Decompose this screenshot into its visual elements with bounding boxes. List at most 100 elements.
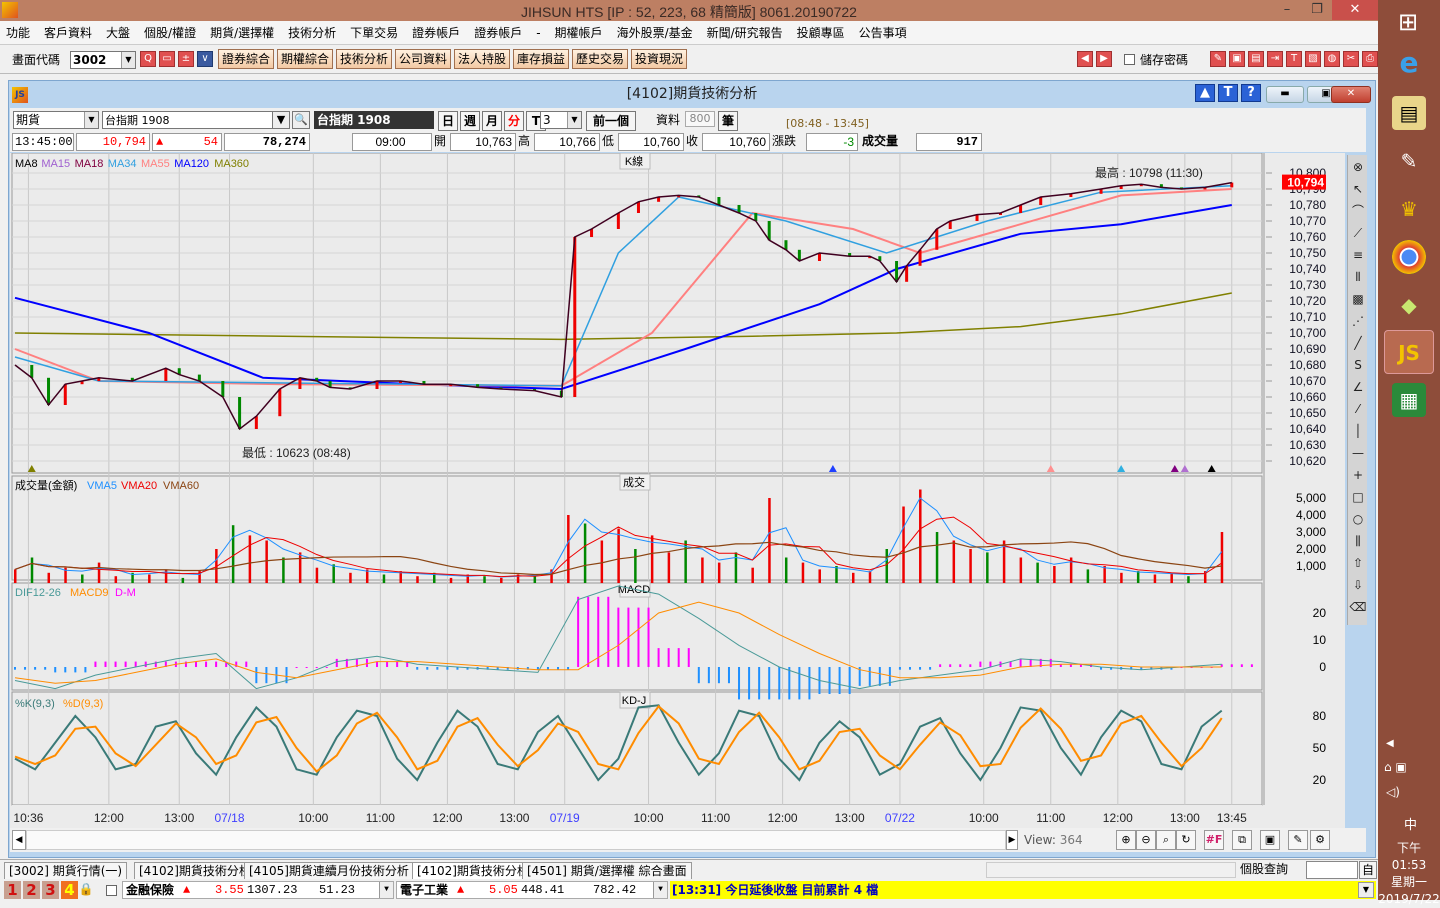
tray-icons[interactable]: ⌂ ▣ <box>1384 760 1407 774</box>
speed-lines-tool-icon[interactable]: ⋰ <box>1348 311 1368 331</box>
symbol-input[interactable]: 台指期 1908 <box>102 111 288 129</box>
back-arrow-icon[interactable]: ◀ <box>1077 51 1093 67</box>
pattern-icon[interactable]: ▧ <box>1305 51 1321 67</box>
toolbar-button[interactable]: 期權綜合 <box>277 49 333 69</box>
ellipse-tool-icon[interactable]: ○ <box>1348 509 1368 529</box>
chevron-down-icon[interactable]: ▼ <box>379 882 393 898</box>
select-tool-icon[interactable]: ↖ <box>1348 179 1368 199</box>
toolbar-button[interactable]: 公司資料 <box>395 49 451 69</box>
page-button-4[interactable]: 4 <box>61 881 78 899</box>
data-count-input[interactable]: 800 <box>685 111 715 127</box>
forward-arrow-icon[interactable]: ▶ <box>1096 51 1112 67</box>
angle-tool-icon[interactable]: ∠ <box>1348 377 1368 397</box>
chrome-icon[interactable] <box>1392 240 1426 274</box>
menu-item[interactable]: 證券帳戶 <box>412 24 460 41</box>
tools-icon[interactable]: ✂ <box>1343 51 1359 67</box>
text-icon[interactable]: T <box>1286 51 1302 67</box>
zoom-in-icon[interactable]: ⊕ <box>1116 830 1136 850</box>
grid-tool-icon[interactable]: ▩ <box>1348 289 1368 309</box>
zoom-out-icon[interactable]: ⊖ <box>1136 830 1156 850</box>
volume-icon[interactable]: ◁) <box>1386 785 1400 799</box>
s-line-tool-icon[interactable]: S <box>1348 355 1368 375</box>
dropdown-icon[interactable]: ∨ <box>197 51 213 67</box>
draw-icon[interactable]: ✎ <box>1210 51 1226 67</box>
period-button[interactable]: 週 <box>460 111 480 131</box>
paint-icon[interactable]: ✎ <box>1392 144 1426 178</box>
chevron-down-icon[interactable]: ▼ <box>84 112 98 128</box>
gann-tool-icon[interactable]: ≡ <box>1348 245 1368 265</box>
scroll-left-button[interactable]: ◀ <box>12 830 26 850</box>
app-icon[interactable]: ◆ <box>1392 288 1426 322</box>
news-ticker[interactable]: [13:31] 今日延後收盤 目前累計 4 檔 <box>670 881 1376 899</box>
toolbar-button[interactable]: 證券綜合 <box>218 49 274 69</box>
tab-1[interactable]: [4102]期貨技術分析 <box>134 862 256 879</box>
menu-item[interactable]: 投顧專區 <box>797 24 845 41</box>
toolbar-button[interactable]: 歷史交易 <box>572 49 628 69</box>
tab-4[interactable]: [4501] 期貨/選擇權 綜合畫面 <box>522 862 692 879</box>
up-arrow-tool-icon[interactable]: ⇧ <box>1348 553 1368 573</box>
copy-icon[interactable]: ⧉ <box>1232 830 1252 850</box>
tab-3[interactable]: [4102]期貨技術分析 <box>412 862 534 879</box>
vertical-lines-tool-icon[interactable]: ⦀ <box>1348 267 1368 287</box>
crosshair-tool-icon[interactable]: + <box>1348 465 1368 485</box>
clear-tool-icon[interactable]: ⊗ <box>1348 157 1368 177</box>
menu-item[interactable]: 期權帳戶 <box>555 24 603 41</box>
refresh-icon[interactable]: ↻ <box>1176 830 1196 850</box>
layout-icon[interactable]: ▣ <box>1260 830 1280 850</box>
period-button[interactable]: 日 <box>438 111 458 131</box>
jihsun-app-icon[interactable]: JS <box>1384 330 1434 374</box>
chevron-down-icon[interactable]: ▼ <box>567 112 581 128</box>
chart-icon[interactable]: ▣ <box>1229 51 1245 67</box>
period-button[interactable]: 分 <box>504 111 524 131</box>
vertical-line-tool-icon[interactable]: │ <box>1348 421 1368 441</box>
menu-item[interactable]: 證券帳戶 <box>474 24 522 41</box>
excel-icon[interactable]: ▦ <box>1392 383 1426 417</box>
eraser-tool-icon[interactable]: ⌫ <box>1348 597 1368 617</box>
sector-ticker-2[interactable]: 電子工業 ▲ 5.05 448.41 782.42 ▼ <box>396 881 668 899</box>
lock-icon[interactable]: 🔒 <box>78 882 94 898</box>
calculator-icon[interactable]: ± <box>178 51 194 67</box>
chevron-down-icon[interactable]: ▼ <box>1358 882 1374 898</box>
toolbar-button[interactable]: 法人持股 <box>454 49 510 69</box>
settings-gear-icon[interactable]: ⚙ <box>1310 830 1330 850</box>
globe-icon[interactable]: ◍ <box>1324 51 1340 67</box>
menu-item[interactable]: 下單交易 <box>350 24 398 41</box>
save-password-checkbox[interactable] <box>1124 54 1135 65</box>
page-button-2[interactable]: 2 <box>23 881 40 899</box>
scroll-right-button[interactable]: ▶ <box>1006 830 1018 850</box>
menu-item[interactable]: 期貨/選擇權 <box>210 24 274 41</box>
menu-item[interactable]: 新聞/研究報告 <box>707 24 783 41</box>
minimize-button[interactable]: – <box>1272 0 1302 20</box>
tab-2[interactable]: [4105]期貨連續月份技術分析 <box>244 862 414 879</box>
chevron-down-icon[interactable]: ▼ <box>121 52 135 68</box>
toolbar-button[interactable]: 投資現況 <box>631 49 687 69</box>
menu-item[interactable]: - <box>536 26 540 40</box>
text-mode-button[interactable]: T <box>1218 84 1238 102</box>
search-icon[interactable]: 🔍 <box>292 111 310 129</box>
search-icon[interactable]: Q <box>140 51 156 67</box>
menu-item[interactable]: 功能 <box>6 24 30 41</box>
menu-item[interactable]: 技術分析 <box>288 24 336 41</box>
arc-tool-icon[interactable]: ⌒ <box>1348 201 1368 221</box>
symbol-dropdown-icon[interactable]: ▼ <box>272 111 290 129</box>
menu-item[interactable]: 海外股票/基金 <box>617 24 693 41</box>
market-select[interactable]: 期貨 ▼ <box>13 111 99 129</box>
down-arrow-tool-icon[interactable]: ⇩ <box>1348 575 1368 595</box>
sector-ticker-1[interactable]: 金融保險 ▲ 3.55 1307.23 51.23 ▼ <box>122 881 394 899</box>
close-button[interactable]: ✕ <box>1332 0 1378 20</box>
window-minimize-button[interactable]: ▬ <box>1266 86 1304 103</box>
crown-app-icon[interactable]: ♛ <box>1392 192 1426 226</box>
unit-button[interactable]: 筆 <box>718 111 738 131</box>
toolbar-button[interactable]: 技術分析 <box>336 49 392 69</box>
windows-start-icon[interactable]: ⊞ <box>1392 8 1424 36</box>
pen-icon[interactable]: ✎ <box>1288 830 1308 850</box>
segment-tool-icon[interactable]: ⁄ <box>1348 399 1368 419</box>
fan-tool-icon[interactable]: ⟋ <box>1348 223 1368 243</box>
screen-code-combo[interactable]: 3002 ▼ <box>70 51 136 69</box>
tab-0[interactable]: [3002] 期貨行情(一) <box>4 862 128 879</box>
parallel-tool-icon[interactable]: ⫼ <box>1348 531 1368 551</box>
restore-button[interactable]: ❐ <box>1302 0 1332 20</box>
menu-item[interactable]: 公告事項 <box>859 24 907 41</box>
stock-query-input[interactable] <box>1306 861 1358 879</box>
chevron-down-icon[interactable]: ▼ <box>653 882 667 898</box>
